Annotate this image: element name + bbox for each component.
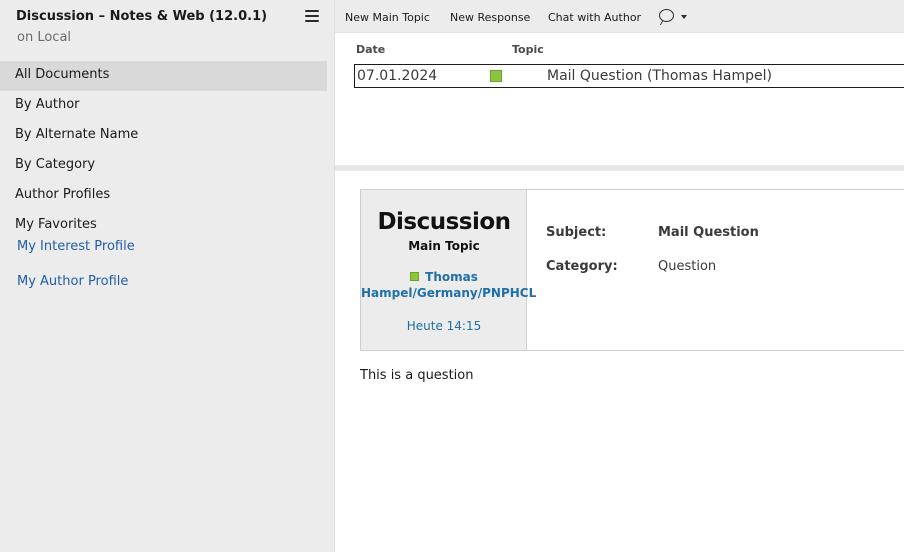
document-body: This is a question <box>360 368 474 383</box>
chevron-down-icon[interactable] <box>681 15 687 19</box>
sidebar: Discussion – Notes & Web (12.0.1) on Loc… <box>0 0 335 552</box>
action-toolbar: New Main Topic New Response Chat with Au… <box>335 0 904 33</box>
my-author-profile-link[interactable]: My Author Profile <box>0 270 335 294</box>
my-interest-profile-link[interactable]: My Interest Profile <box>0 235 335 259</box>
subject-value: Mail Question <box>658 225 759 240</box>
chat-bubble-icon[interactable] <box>659 9 674 22</box>
pane-splitter[interactable] <box>335 165 904 171</box>
sidebar-nav: All Documents By Author By Alternate Nam… <box>0 61 335 294</box>
category-value: Question <box>658 259 717 274</box>
category-label: Category: <box>546 259 618 274</box>
app-title: Discussion – Notes & Web (12.0.1) <box>16 9 268 24</box>
hamburger-menu-icon[interactable] <box>305 10 319 22</box>
sidebar-item-all-documents[interactable]: All Documents <box>0 61 327 91</box>
author-block: Thomas Hampel/Germany/PNPHCL <box>361 270 536 301</box>
sidebar-item-author-profiles[interactable]: Author Profiles <box>0 181 335 211</box>
table-row[interactable]: 07.01.2024 Mail Question (Thomas Hampel) <box>354 64 904 88</box>
chat-with-author-button[interactable]: Chat with Author <box>548 11 641 24</box>
document-timestamp: Heute 14:15 <box>406 319 482 333</box>
new-response-button[interactable]: New Response <box>450 11 530 24</box>
sidebar-item-by-alternate-name[interactable]: By Alternate Name <box>0 121 335 151</box>
row-date: 07.01.2024 <box>357 68 438 84</box>
new-main-topic-button[interactable]: New Main Topic <box>345 11 430 24</box>
document-status-icon <box>490 70 502 82</box>
author-link[interactable]: Thomas Hampel/Germany/PNPHCL <box>361 270 536 300</box>
row-topic: Mail Question (Thomas Hampel) <box>547 68 772 84</box>
document-type: Main Topic <box>408 239 480 253</box>
column-header-date[interactable]: Date <box>356 43 385 56</box>
subject-label: Subject: <box>546 225 607 240</box>
view-column-header: Date Topic <box>335 33 904 63</box>
sidebar-item-by-author[interactable]: By Author <box>0 91 335 121</box>
author-status-icon <box>410 272 420 281</box>
column-header-topic[interactable]: Topic <box>512 43 544 56</box>
document-header-card: Discussion Main Topic Thomas Hampel/Germ… <box>360 189 904 351</box>
sidebar-item-by-category[interactable]: By Category <box>0 151 335 181</box>
document-form-title: Discussion <box>377 209 511 235</box>
app-subtitle: on Local <box>17 30 72 45</box>
document-meta-panel: Discussion Main Topic Thomas Hampel/Germ… <box>361 190 536 350</box>
